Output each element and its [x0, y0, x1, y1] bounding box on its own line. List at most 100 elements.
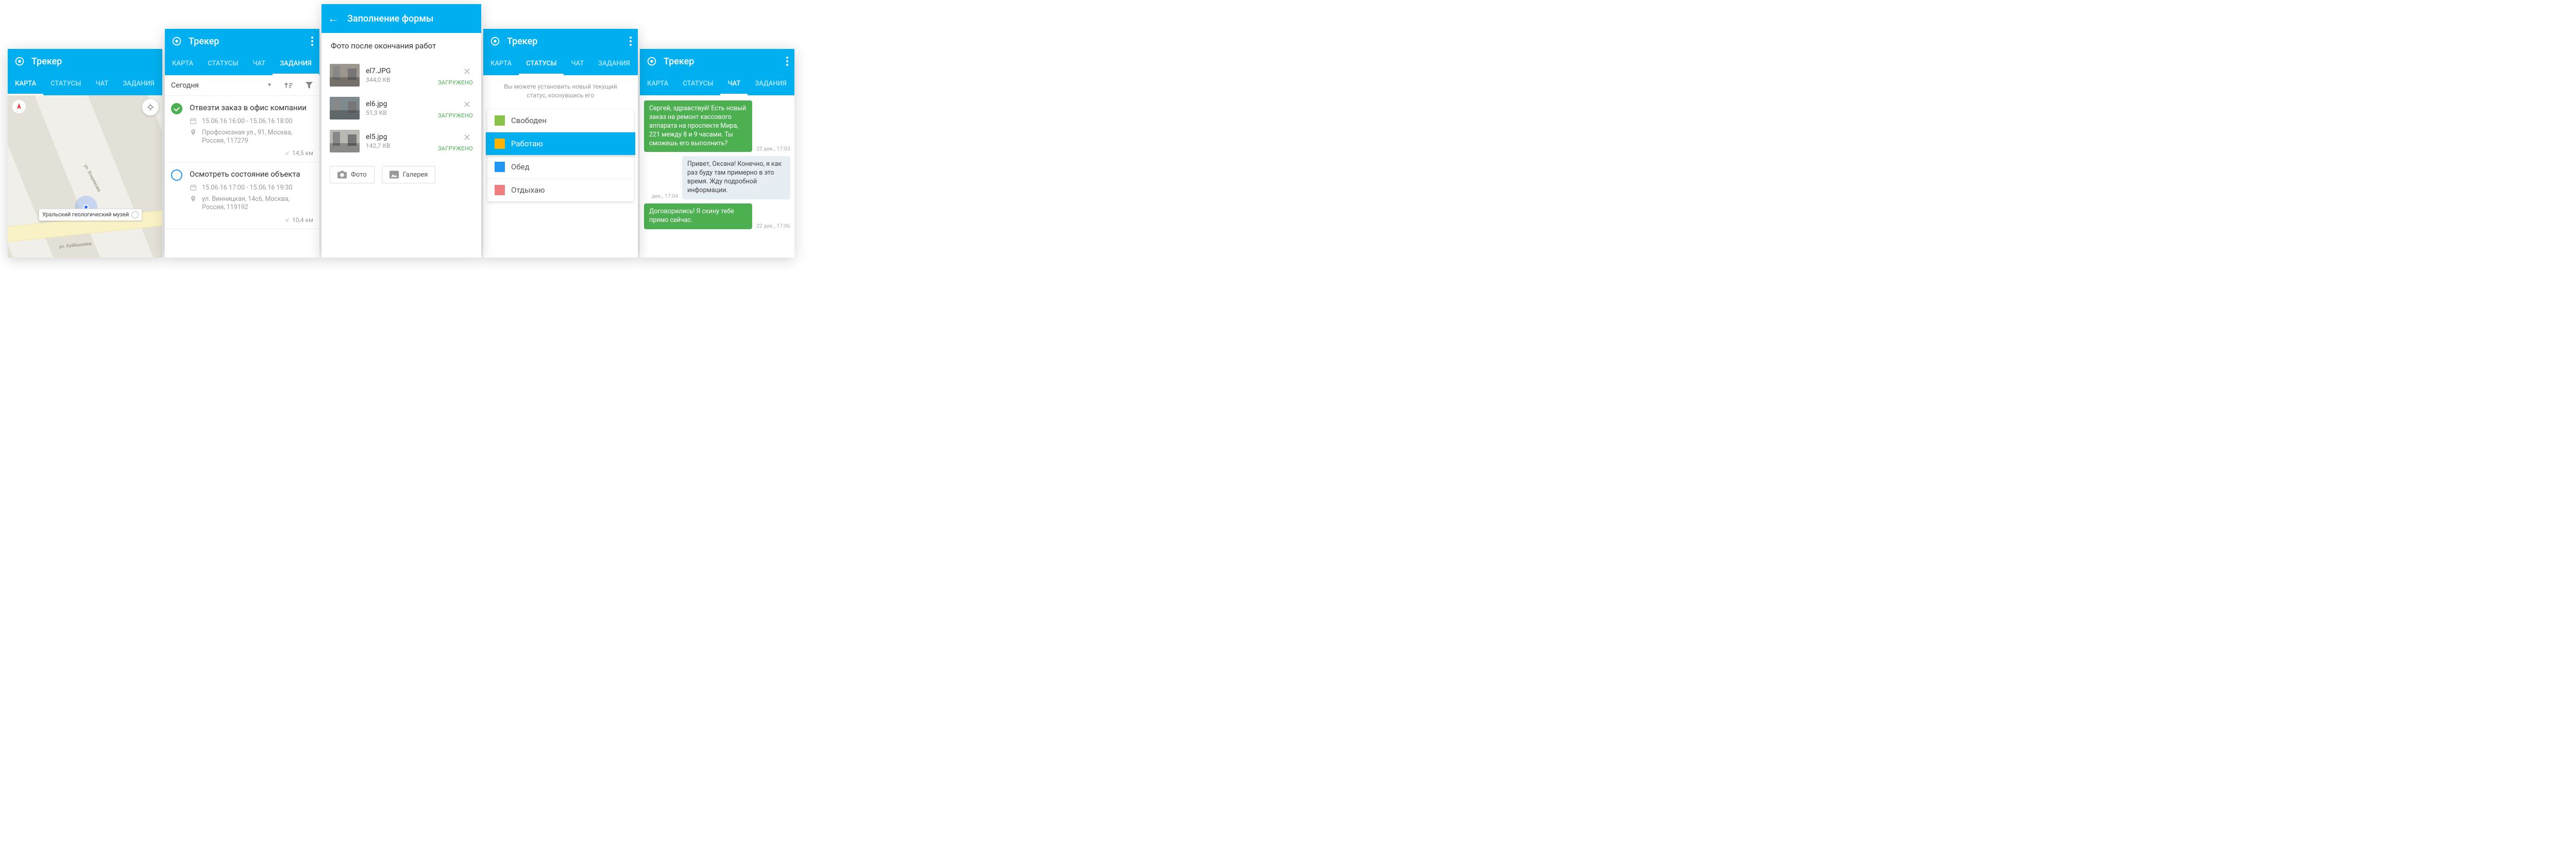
status-item-rest[interactable]: Отдыхаю: [487, 179, 634, 201]
overflow-menu-icon[interactable]: [311, 37, 313, 46]
app-title: Трекер: [507, 36, 623, 47]
chevron-down-icon: ▼: [267, 82, 272, 88]
back-button[interactable]: ←: [328, 12, 341, 25]
map-poi[interactable]: Уральский геологический музей: [39, 209, 142, 221]
arrow-down-left-icon: [285, 150, 291, 156]
status-item-working[interactable]: Работаю: [486, 132, 635, 156]
task-address: Профсоюзная ул., 91, Москва, Россия, 117…: [202, 129, 313, 146]
app-title: Трекер: [189, 36, 305, 47]
date-filter-value: Сегодня: [171, 81, 199, 90]
remove-file-button[interactable]: ✕: [438, 130, 473, 145]
file-item[interactable]: el7.JPG 344,0 КВ ✕ ЗАГРУЖЕНО: [321, 59, 481, 92]
chat-message-outgoing[interactable]: дек., 17:04 Привет, Оксана! Конечно, я к…: [640, 154, 794, 201]
file-size: 51,3 КВ: [366, 109, 432, 116]
task-status-open-icon: [171, 169, 182, 181]
status-item-free[interactable]: Свободен: [487, 109, 634, 132]
tab-bar: КАРТА СТАТУСЫ ЧАТ ЗАДАНИЯ: [640, 74, 794, 95]
tab-bar: КАРТА СТАТУСЫ ЧАТ ЗАДАНИЯ: [8, 74, 162, 95]
overflow-menu-icon[interactable]: [786, 57, 788, 66]
chat-time: 22 дек., 17:06: [756, 223, 790, 229]
camera-icon: [337, 170, 347, 179]
appbar: Трекер: [8, 49, 162, 74]
appbar: ← Заполнение формы: [321, 4, 481, 33]
overflow-menu-icon[interactable]: [630, 37, 632, 46]
file-size: 344,0 КВ: [366, 76, 432, 83]
tab-chat[interactable]: ЧАТ: [564, 54, 591, 75]
tab-bar: КАРТА СТАТУСЫ ЧАТ ЗАДАНИЯ: [483, 54, 638, 75]
tab-tasks[interactable]: ЗАДАНИЯ: [748, 74, 793, 95]
status-label: Работаю: [511, 139, 543, 148]
chat-message-incoming[interactable]: Договорились! Я скину тебе прямо сейчас.…: [640, 201, 794, 231]
task-item[interactable]: Отвезти заказ в офис компании 15.06.16 1…: [165, 96, 319, 162]
locate-button[interactable]: [142, 98, 159, 116]
gallery-button[interactable]: Галерея: [382, 166, 436, 183]
file-item[interactable]: el5.jpg 142,7 КВ ✕ ЗАГРУЖЕНО: [321, 125, 481, 158]
remove-file-button[interactable]: ✕: [438, 97, 473, 112]
status-hint: Вы можете установить новый текущий стату…: [483, 75, 638, 107]
tab-bar: КАРТА СТАТУСЫ ЧАТ ЗАДАНИЯ: [165, 54, 319, 75]
status-swatch: [495, 185, 505, 195]
task-title: Осмотреть состояние объекта: [190, 169, 313, 180]
date-filter-spinner[interactable]: Сегодня ▼: [165, 81, 278, 90]
status-swatch: [495, 162, 505, 172]
task-status-done-icon: [171, 103, 182, 114]
tab-map[interactable]: КАРТА: [8, 74, 43, 95]
chat-bubble: Договорились! Я скину тебе прямо сейчас.: [644, 203, 752, 229]
app-logo-icon: [14, 56, 25, 67]
chat-bubble: Привет, Оксана! Конечно, я как раз буду …: [682, 156, 790, 199]
chat-thread[interactable]: Сергей, здравствуй! Есть новый заказ на …: [640, 95, 794, 258]
status-list: Свободен Работаю Обед Отдыхаю: [487, 109, 634, 201]
task-time: 15.06.16 17:00 - 15.06.16 19:30: [202, 184, 293, 192]
tab-statuses[interactable]: СТАТУСЫ: [200, 54, 245, 75]
task-address: ул. Винницкая, 14с6, Москва, Россия, 119…: [202, 195, 313, 212]
status-swatch: [495, 139, 505, 149]
tab-statuses[interactable]: СТАТУСЫ: [519, 54, 564, 75]
file-thumbnail: [330, 130, 360, 152]
tab-map[interactable]: КАРТА: [165, 54, 200, 75]
task-title: Отвезти заказ в офис компании: [190, 103, 313, 113]
form-header: Заполнение формы: [347, 13, 475, 24]
chat-message-incoming[interactable]: Сергей, здравствуй! Есть новый заказ на …: [640, 98, 794, 154]
remove-file-button[interactable]: ✕: [438, 64, 473, 79]
appbar: Трекер: [483, 29, 638, 54]
task-time: 15.06.16 16:00 - 15.06.16 18:00: [202, 117, 293, 126]
chat-time: дек., 17:04: [652, 193, 678, 199]
tab-chat[interactable]: ЧАТ: [245, 54, 273, 75]
status-label: Отдыхаю: [511, 185, 545, 195]
task-item[interactable]: Осмотреть состояние объекта 15.06.16 17:…: [165, 162, 319, 229]
calendar-icon: [190, 117, 197, 125]
screen-form: ← Заполнение формы Фото после окончания …: [321, 4, 481, 258]
tab-statuses[interactable]: СТАТУСЫ: [43, 74, 88, 95]
file-name: el6.jpg: [366, 100, 432, 108]
tab-tasks[interactable]: ЗАДАНИЯ: [273, 54, 318, 75]
app-logo-icon: [489, 36, 501, 47]
gallery-label: Галерея: [403, 171, 428, 179]
tab-tasks[interactable]: ЗАДАНИЯ: [115, 74, 161, 95]
file-item[interactable]: el6.jpg 51,3 КВ ✕ ЗАГРУЖЕНО: [321, 92, 481, 125]
tab-chat[interactable]: ЧАТ: [88, 74, 115, 95]
tasks-toolbar: Сегодня ▼: [165, 75, 319, 96]
screen-chat: Трекер КАРТА СТАТУСЫ ЧАТ ЗАДАНИЯ Сергей,…: [640, 49, 794, 258]
file-thumbnail: [330, 97, 360, 119]
appbar: Трекер: [165, 29, 319, 54]
tab-map[interactable]: КАРТА: [483, 54, 519, 75]
file-status: ЗАГРУЖЕНО: [438, 145, 473, 152]
tab-map[interactable]: КАРТА: [640, 74, 675, 95]
chat-time: 22 дек., 17:03: [756, 145, 790, 152]
task-distance: 14,5 км: [190, 149, 313, 157]
chat-bubble: Сергей, здравствуй! Есть новый заказ на …: [644, 100, 752, 152]
map-canvas[interactable]: Уральский геологический музей ул. Хохряк…: [8, 95, 162, 258]
task-list[interactable]: Отвезти заказ в офис компании 15.06.16 1…: [165, 96, 319, 258]
app-title: Трекер: [664, 56, 780, 67]
compass-icon[interactable]: [12, 99, 26, 114]
tab-statuses[interactable]: СТАТУСЫ: [675, 74, 720, 95]
form-section-title: Фото после окончания работ: [321, 33, 481, 59]
filter-button[interactable]: [299, 82, 319, 89]
take-photo-button[interactable]: Фото: [330, 166, 375, 183]
tab-chat[interactable]: ЧАТ: [720, 74, 748, 95]
sort-button[interactable]: [278, 82, 299, 89]
status-item-lunch[interactable]: Обед: [487, 156, 634, 179]
app-title: Трекер: [31, 56, 156, 67]
tab-tasks[interactable]: ЗАДАНИЯ: [591, 54, 637, 75]
app-logo-icon: [646, 56, 657, 67]
